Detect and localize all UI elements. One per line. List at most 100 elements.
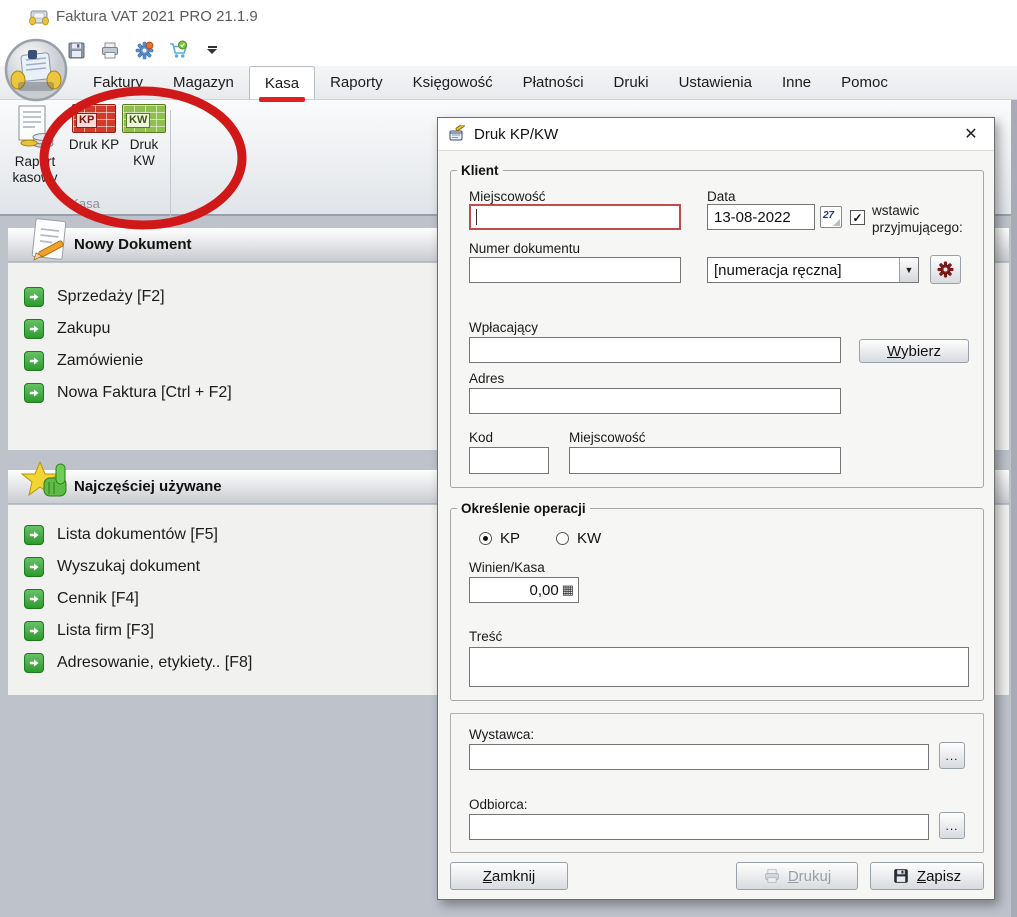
menu-item-label: Cennik [F4] bbox=[57, 590, 139, 608]
radio-button-icon bbox=[479, 532, 492, 545]
active-tab-underline bbox=[259, 97, 305, 102]
wybierz-button[interactable]: Wybierz bbox=[859, 339, 969, 363]
tab-magazyn[interactable]: Magazyn bbox=[158, 66, 249, 99]
cash-report-icon bbox=[13, 104, 57, 150]
odbiorca-input[interactable] bbox=[469, 814, 929, 840]
wplacajacy-input[interactable] bbox=[469, 337, 841, 363]
app-icon bbox=[28, 7, 50, 27]
miejscowosc2-label: Miejscowość bbox=[569, 430, 646, 445]
tab-ustawienia[interactable]: Ustawienia bbox=[664, 66, 767, 99]
toolbar-overflow-icon[interactable] bbox=[200, 38, 224, 62]
adres-input[interactable] bbox=[469, 388, 841, 414]
tab-label: Płatności bbox=[523, 74, 584, 91]
menu-item-sprzedazy[interactable]: Sprzedaży [F2] bbox=[24, 281, 165, 313]
dialog-kpkw-icon bbox=[448, 125, 466, 143]
calendar-button[interactable]: 27 bbox=[820, 206, 842, 228]
kod-input[interactable] bbox=[469, 447, 549, 474]
miejscowosc-input[interactable] bbox=[469, 204, 681, 230]
kp-badge: KP bbox=[76, 113, 97, 128]
combo-dropdown-button[interactable]: ▼ bbox=[899, 258, 918, 282]
druk-kw-button[interactable]: KW Druk KW bbox=[118, 104, 170, 169]
menu-item-label: Zamówienie bbox=[57, 352, 143, 370]
group-klient-legend: Klient bbox=[457, 163, 503, 178]
tab-platnosci[interactable]: Płatności bbox=[508, 66, 599, 99]
green-arrow-icon bbox=[24, 653, 44, 673]
menu-item-label: Sprzedaży [F2] bbox=[57, 288, 165, 306]
numer-dokumentu-input[interactable] bbox=[469, 257, 681, 283]
tab-label: Raporty bbox=[330, 74, 383, 91]
miejscowosc2-input[interactable] bbox=[569, 447, 841, 474]
menu-item-zamowienie[interactable]: Zamówienie bbox=[24, 345, 143, 377]
adres-label: Adres bbox=[469, 371, 504, 386]
wystawca-input[interactable] bbox=[469, 744, 929, 770]
radio-kp-label: KP bbox=[500, 530, 520, 547]
menu-item-wyszukaj-dokument[interactable]: Wyszukaj dokument bbox=[24, 551, 200, 583]
menu-item-nowa-faktura[interactable]: Nowa Faktura [Ctrl + F2] bbox=[24, 377, 232, 409]
kp-table-icon: KP bbox=[72, 104, 116, 133]
winien-kasa-value: 0,00 bbox=[530, 582, 559, 599]
radio-kw-label: KW bbox=[577, 530, 601, 547]
odbiorca-browse-button[interactable]: ... bbox=[939, 812, 965, 839]
settings-gear-icon[interactable] bbox=[132, 38, 156, 62]
data-input[interactable] bbox=[707, 204, 815, 230]
numeracja-combobox[interactable]: [numeracja ręczna] ▼ bbox=[707, 257, 919, 283]
miejscowosc-label: Miejscowość bbox=[469, 189, 546, 204]
drukuj-button[interactable]: Drukuj bbox=[736, 862, 858, 890]
tresc-input[interactable] bbox=[469, 647, 969, 687]
wstawic-label: wstawic przyjmującego: bbox=[872, 203, 978, 237]
menu-item-zakupu[interactable]: Zakupu bbox=[24, 313, 110, 345]
tab-raporty[interactable]: Raporty bbox=[315, 66, 398, 99]
tab-kasa[interactable]: Kasa bbox=[249, 66, 315, 99]
save-icon bbox=[893, 868, 909, 884]
menu-item-label: Zakupu bbox=[57, 320, 110, 338]
tab-druki[interactable]: Druki bbox=[599, 66, 664, 99]
menu-item-lista-dokumentow[interactable]: Lista dokumentów [F5] bbox=[24, 519, 218, 551]
tab-faktury[interactable]: Faktury bbox=[78, 66, 158, 99]
red-gear-icon bbox=[936, 260, 955, 279]
group-operacja-legend: Określenie operacji bbox=[457, 501, 590, 516]
menu-item-adresowanie[interactable]: Adresowanie, etykiety.. [F8] bbox=[24, 647, 252, 679]
quick-access-toolbar bbox=[64, 36, 224, 64]
tresc-label: Treść bbox=[469, 629, 502, 644]
drukuj-label: Drukuj bbox=[788, 868, 831, 885]
tab-label: Druki bbox=[614, 74, 649, 91]
druk-kw-label: Druk KW bbox=[118, 137, 170, 169]
winien-kasa-input[interactable]: 0,00 ▦ bbox=[469, 577, 579, 603]
druk-kp-button[interactable]: KP Druk KP bbox=[68, 104, 120, 153]
wystawca-browse-button[interactable]: ... bbox=[939, 742, 965, 769]
text-caret bbox=[476, 209, 477, 225]
close-icon[interactable]: ✕ bbox=[958, 124, 984, 144]
window-titlebar: Faktura VAT 2021 PRO 21.1.9 bbox=[0, 0, 1017, 34]
green-arrow-icon bbox=[24, 351, 44, 371]
tab-ksiegowosc[interactable]: Księgowość bbox=[398, 66, 508, 99]
app-logo bbox=[4, 38, 68, 102]
tab-label: Pomoc bbox=[841, 74, 888, 91]
menu-item-label: Wyszukaj dokument bbox=[57, 558, 200, 576]
cart-icon[interactable] bbox=[166, 38, 190, 62]
kod-label: Kod bbox=[469, 430, 493, 445]
main-menu-tabbar: Faktury Magazyn Kasa Raporty Księgowość … bbox=[0, 66, 1017, 100]
new-document-icon bbox=[22, 216, 74, 268]
tab-pomoc[interactable]: Pomoc bbox=[826, 66, 903, 99]
tab-inne[interactable]: Inne bbox=[767, 66, 826, 99]
numeracja-settings-button[interactable] bbox=[930, 255, 961, 284]
wstawic-checkbox[interactable]: ✓ bbox=[850, 210, 865, 225]
numeracja-value: [numeracja ręczna] bbox=[708, 262, 899, 279]
print-icon[interactable] bbox=[98, 38, 122, 62]
menu-item-lista-firm[interactable]: Lista firm [F3] bbox=[24, 615, 154, 647]
radio-kp[interactable]: KP bbox=[479, 530, 520, 547]
raport-kasowy-button[interactable]: Raport kasowy bbox=[6, 104, 64, 186]
zamknij-label: Zamknij bbox=[483, 868, 536, 885]
calculator-icon[interactable]: ▦ bbox=[562, 582, 574, 598]
radio-kw[interactable]: KW bbox=[556, 530, 601, 547]
dialog-title: Druk KP/KW bbox=[474, 126, 558, 143]
ellipsis-icon: ... bbox=[945, 819, 958, 833]
numer-dokumentu-label: Numer dokumentu bbox=[469, 241, 580, 256]
section-title: Najczęściej używane bbox=[74, 478, 222, 495]
menu-item-cennik[interactable]: Cennik [F4] bbox=[24, 583, 139, 615]
wystawca-label: Wystawca: bbox=[469, 727, 534, 742]
zamknij-button[interactable]: Zamknij bbox=[450, 862, 568, 890]
check-icon: ✓ bbox=[852, 211, 862, 225]
green-arrow-icon bbox=[24, 589, 44, 609]
zapisz-button[interactable]: Zapisz bbox=[870, 862, 984, 890]
